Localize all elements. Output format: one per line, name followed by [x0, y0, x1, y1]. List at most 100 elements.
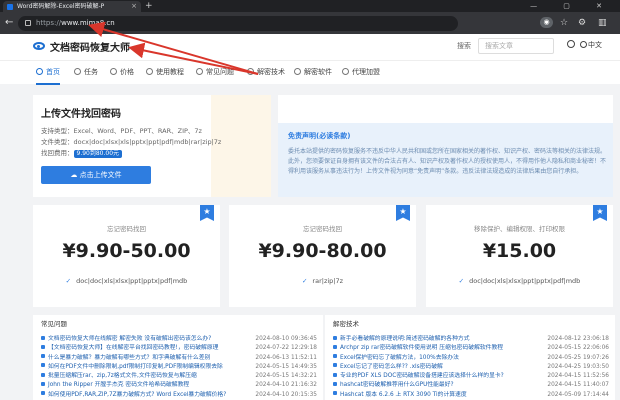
menu-home[interactable]: 首页 — [36, 61, 60, 85]
list-item-date: 2024-04-15 11:52:56 — [547, 373, 609, 380]
price-card[interactable]: ★ 忘记密码找回 ¥9.90-50.00 ✓ doc|doc|xls|xlsx|p… — [33, 205, 220, 307]
list-item[interactable]: 什么是暴力破解？暴力破解有哪些方式？和字典破解有什么差别 2024-06-13 1… — [41, 354, 321, 363]
price-card-formats: ✓ rar|zip|7z — [301, 277, 344, 285]
list-item-date: 2024-04-10 20:15:35 — [255, 391, 317, 398]
list-item[interactable]: hashcat密码破解推荐用什么GPU性能最好? 2024-04-15 11:40… — [333, 381, 613, 390]
list-item-title[interactable]: 如何在PDF文件中删除限制,pdf限制打印复制,PDF限制编辑权限去除 — [48, 364, 223, 370]
list-item-title[interactable]: Hashcat 版本 6.2.6 上 RTX 3090 Ti的计算速度 — [340, 392, 467, 398]
list-item-title[interactable]: 文档密码恢复大师在线解密 解密失败 没有破解出密码该怎么办? — [48, 336, 211, 342]
list-item-date: 2024-05-15 22:06:06 — [547, 345, 609, 352]
menu-price[interactable]: 价格 — [110, 61, 134, 85]
list-item-title[interactable]: 如何使用PDF,RAR,ZIP,7Z暴力破解方式? Word Excel暴力破解… — [48, 392, 226, 398]
bullet-icon — [41, 335, 45, 340]
bullet-icon — [41, 381, 45, 386]
list-item-title[interactable]: hashcat密码破解推荐用什么GPU性能最好? — [340, 382, 454, 388]
list-item[interactable]: 新手必看破解的原理说明:简述密码破解的各种方式 2024-08-12 23:06:… — [333, 335, 613, 344]
list-item-title[interactable]: Archpr zip rar密码破解软件使用说明 压缩包密码破解软件教程 — [340, 345, 503, 351]
menu-agent[interactable]: 代理加盟 — [342, 61, 380, 85]
tab-title: Word密码解除-Excel密码破解-P — [17, 3, 105, 10]
tech-list: 新手必看破解的原理说明:简述密码破解的各种方式 2024-08-12 23:06:… — [333, 335, 613, 400]
list-item-title[interactable]: 【文档密码恢复大师】在线解密平台找回密码教程!，密码破解原理 — [48, 345, 218, 351]
list-item-title[interactable]: John the Ripper 开膛手杰克 密码文件哈希码破解教程 — [48, 382, 189, 388]
price-range-label: 找回费用： — [41, 149, 74, 157]
list-item-date: 2024-05-15 14:49:35 — [255, 363, 317, 370]
bullet-icon — [333, 354, 337, 359]
price-card-label: 忘记密码找回 — [107, 225, 146, 233]
bullet-icon — [333, 391, 337, 396]
tab-close-icon[interactable]: × — [131, 1, 137, 12]
list-item-date: 2024-06-13 11:52:11 — [255, 354, 317, 361]
sidebar-icon[interactable]: ▥ — [598, 16, 607, 31]
price-card[interactable]: ★ 忘记密码找回 ¥9.90-80.00 ✓ rar|zip|7z — [229, 205, 416, 307]
check-icon: ✓ — [301, 277, 308, 285]
list-item[interactable]: 文档密码恢复大师在线解密 解密失败 没有破解出密码该怎么办? 2024-08-10… — [41, 335, 321, 344]
list-item-date: 2024-08-12 23:06:18 — [547, 336, 609, 342]
price-card-label: 移除保护、编辑权限、打印权限 — [474, 225, 565, 233]
bullet-icon — [333, 363, 337, 368]
price-card-price: ¥9.90-80.00 — [258, 240, 387, 262]
bullet-icon — [333, 335, 337, 340]
menu-software[interactable]: 解密软件 — [294, 61, 332, 85]
list-item-date: 2024-08-10 09:36:45 — [255, 336, 317, 342]
faq-title: 常见问题 — [41, 320, 67, 328]
list-item-title[interactable]: Excel忘记了密码怎么样?? .xls密码破解 — [340, 364, 443, 370]
new-tab-button[interactable]: + — [145, 0, 153, 12]
list-item-title[interactable]: Excel保护密码忘了破解方法，100%去除办法 — [340, 355, 459, 361]
faq-icon — [196, 68, 203, 75]
settings-gear-icon[interactable]: ⚙ — [578, 16, 586, 31]
list-item[interactable]: 如何在PDF文件中删除限制,pdf限制打印复制,PDF限制编辑权限去除 2024-… — [41, 363, 321, 372]
price-card[interactable]: ★ 移除保护、编辑权限、打印权限 ¥15.00 ✓ doc|doc|xls|xls… — [426, 205, 613, 307]
menu-tasks[interactable]: 任务 — [74, 61, 98, 85]
upload-file-button[interactable]: ☁ 点击上传文件 — [41, 166, 151, 184]
menu-tutorial[interactable]: 使用教程 — [146, 61, 184, 85]
globe-icon — [580, 41, 587, 48]
tracking-protection-icon[interactable]: ◉ — [540, 17, 553, 28]
list-item-title[interactable]: 什么是暴力破解？暴力破解有哪些方式？和字典破解有什么差别 — [48, 355, 210, 361]
disclaimer-top-strip — [278, 95, 613, 123]
star-ribbon-icon: ★ — [593, 205, 607, 221]
bullet-icon — [41, 354, 45, 359]
list-item[interactable]: Hashcat 版本 6.2.6 上 RTX 3090 Ti的计算速度 2024-… — [333, 391, 613, 400]
bullet-icon — [41, 372, 45, 377]
browser-tab[interactable]: Word密码解除-Excel密码破解-P × — [3, 1, 141, 12]
list-item-title[interactable]: 专业的PDF XLS DOC密码破解设备搭建应该选择什么样的显卡? — [340, 373, 504, 379]
menu-tech[interactable]: 解密技术 — [247, 61, 285, 85]
tech-section: 解密技术 新手必看破解的原理说明:简述密码破解的各种方式 2024-08-12 2… — [325, 315, 615, 400]
list-item[interactable]: John the Ripper 开膛手杰克 密码文件哈希码破解教程 2024-04… — [41, 381, 321, 390]
back-icon[interactable]: ← — [5, 17, 13, 29]
bullet-icon — [41, 344, 45, 349]
language-label: 中文 — [588, 41, 602, 49]
list-item[interactable]: 批量压缩解压rar、zip,7z格式文件,文件密码恢复与解压缩 2024-05-1… — [41, 372, 321, 381]
check-icon: ✓ — [458, 277, 465, 285]
list-item-date: 2024-04-25 19:03:50 — [547, 363, 609, 370]
window-controls[interactable]: — ▢ ✕ — [530, 0, 614, 12]
search-label[interactable]: 搜索 — [457, 39, 471, 53]
list-item-title[interactable]: 批量压缩解压rar、zip,7z格式文件,文件密码恢复与解压缩 — [48, 373, 197, 379]
bullet-icon — [333, 344, 337, 349]
upload-button-label: 点击上传文件 — [79, 171, 122, 179]
disclaimer-card: 免责声明(必读条款) 委托本站提供的密码恢复服务不违反中华人民共和国或您所在国家… — [278, 95, 613, 197]
list-item-date: 2024-05-25 19:07:26 — [547, 354, 609, 361]
logo-eye-icon — [33, 42, 45, 50]
list-item[interactable]: 如何使用PDF,RAR,ZIP,7Z暴力破解方式? Word Excel暴力破解… — [41, 391, 321, 400]
list-item[interactable]: 专业的PDF XLS DOC密码破解设备搭建应该选择什么样的显卡? 2024-04… — [333, 372, 613, 381]
price-icon — [110, 68, 117, 75]
list-item[interactable]: Excel保护密码忘了破解方法，100%去除办法 2024-05-25 19:07… — [333, 354, 613, 363]
bookmark-star-icon[interactable]: ☆ — [560, 16, 568, 31]
menu-faq[interactable]: 常见问题 — [196, 61, 234, 85]
site-logo-text[interactable]: 文档密码恢复大师 — [50, 39, 130, 54]
list-item[interactable]: Archpr zip rar密码破解软件使用说明 压缩包密码破解软件教程 2024… — [333, 344, 613, 353]
list-item[interactable]: Excel忘记了密码怎么样?? .xls密码破解 2024-04-25 19:03… — [333, 363, 613, 372]
search-input[interactable]: 搜索文章 — [478, 38, 554, 54]
language-switch[interactable]: 中文 — [580, 40, 602, 50]
tasks-icon — [74, 68, 81, 75]
price-card-formats: ✓ doc|doc|xls|xlsx|ppt|pptx|pdf|mdb — [458, 277, 581, 285]
search-icon[interactable] — [567, 40, 575, 48]
url-domain: www.mima8.cn — [61, 19, 115, 27]
list-item[interactable]: 【文档密码恢复大师】在线解密平台找回密码教程!，密码破解原理 2024-07-22… — [41, 344, 321, 353]
url-field[interactable]: https://www.mima8.cn — [18, 16, 458, 31]
price-card-formats: ✓ doc|doc|xls|xlsx|ppt|pptx|pdf|mdb — [65, 277, 188, 285]
list-item-title[interactable]: 新手必看破解的原理说明:简述密码破解的各种方式 — [340, 336, 470, 342]
lock-icon — [25, 20, 31, 26]
list-item-date: 2024-05-09 17:14:44 — [547, 391, 609, 398]
